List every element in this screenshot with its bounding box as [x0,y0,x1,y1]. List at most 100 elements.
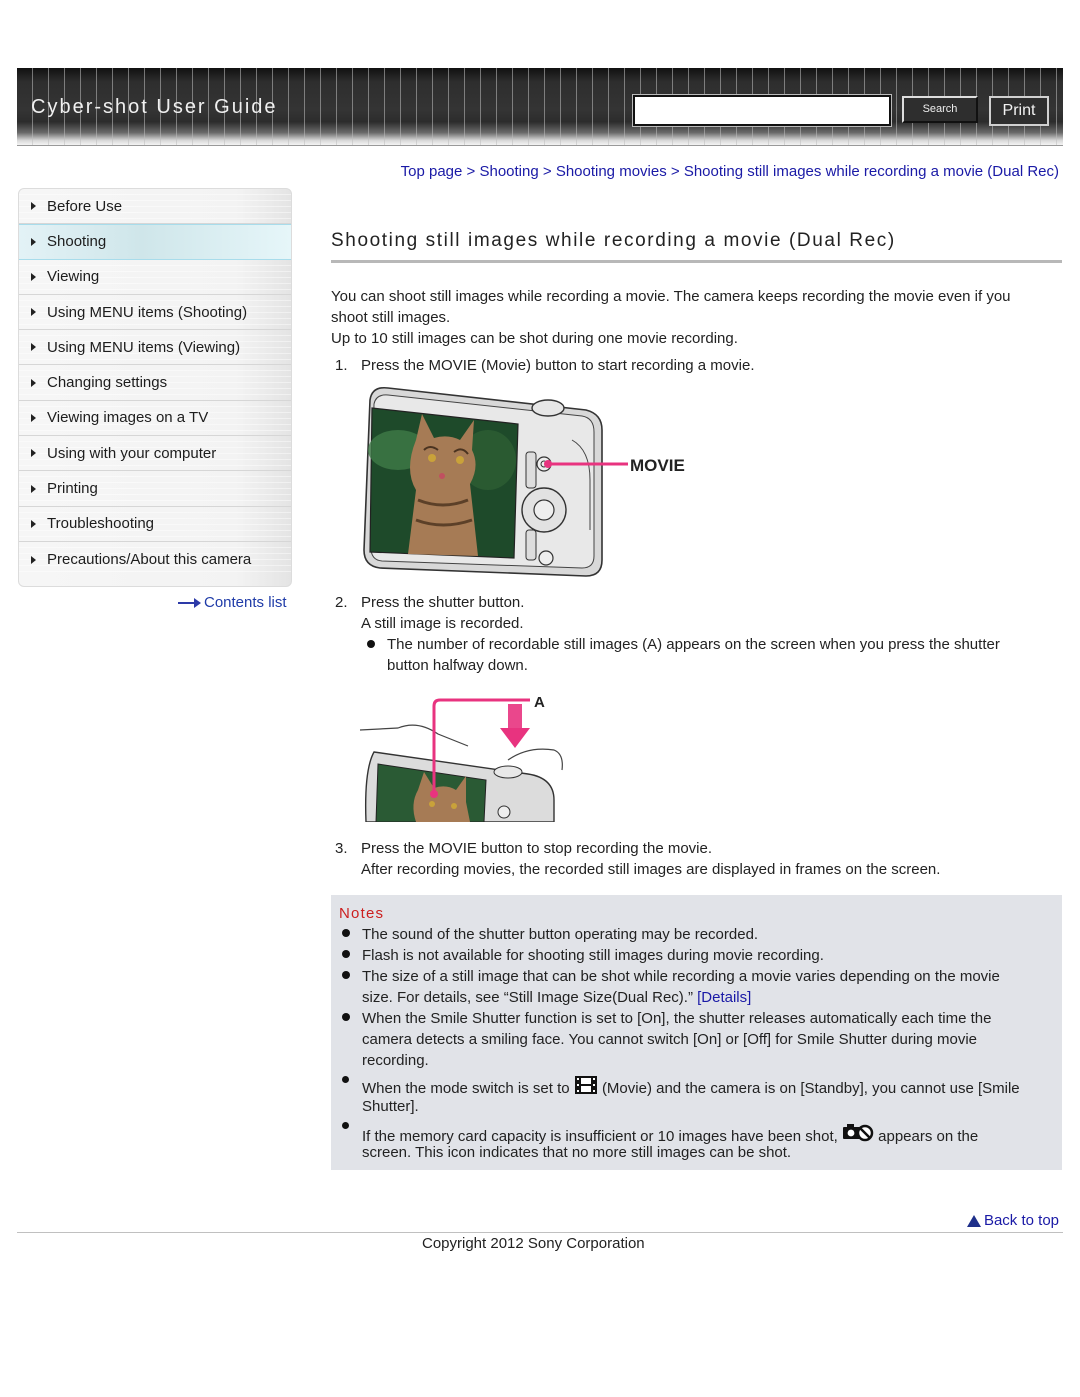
sidebar-item-label: Troubleshooting [47,515,155,533]
sidebar-item-label: Shooting [47,233,107,251]
step-number: 3. [335,840,348,857]
camera-illustration: MOVIE [363,386,685,577]
step-number: 2. [335,594,348,611]
note-item-line-2: size. For details, see “Still Image Size… [362,987,751,1008]
triangle-right-icon [31,378,36,387]
copyright-text: Copyright 2012 Sony Corporation [422,1235,645,1252]
sidebar-nav: Before Use Shooting Viewing Using MENU i… [18,188,292,587]
a-callout-label: A [534,694,545,711]
step-subtext: After recording movies, the recorded sti… [361,861,941,878]
sidebar-item-menu-viewing[interactable]: Using MENU items (Viewing) [19,330,291,366]
breadcrumb-top-page[interactable]: Top page [401,163,463,180]
search-input[interactable] [632,94,892,127]
note-item: Flash is not available for shooting stil… [362,947,824,964]
breadcrumb-current-page[interactable]: Shooting still images while recording a … [684,163,1059,180]
sidebar-item-label: Viewing [47,268,100,286]
sidebar-item-label: Printing [47,480,98,498]
triangle-right-icon [31,202,36,211]
note-item-text: When the mode switch is set to [362,1080,570,1097]
details-link[interactable]: [Details] [697,989,751,1006]
step-number: 1. [335,357,348,374]
sidebar-item-label: Using MENU items (Viewing) [47,338,241,356]
breadcrumb-shooting[interactable]: Shooting [479,163,538,180]
breadcrumb-separator: > [538,163,556,180]
note-item-text: size. For details, see “Still Image Size… [362,989,693,1006]
note-item-line-3: recording. [362,1052,429,1069]
print-button[interactable]: Print [989,96,1049,126]
triangle-right-icon [31,555,36,564]
sidebar-item-label: Viewing images on a TV [47,409,209,427]
note-item-line-2: Shutter]. [362,1098,419,1115]
step-bullet-line-1: The number of recordable still images (A… [387,636,1000,653]
intro-text-line-1: You can shoot still images while recordi… [331,288,1011,305]
bullet-icon [342,950,350,958]
sidebar-item-label: Before Use [47,197,123,215]
triangle-right-icon [31,237,36,246]
note-item-text: (Movie) and the camera is on [Standby], … [601,1080,1020,1097]
sidebar-item-troubleshooting[interactable]: Troubleshooting [19,506,291,542]
app-title: Cyber-shot User Guide [31,96,278,118]
bullet-icon [367,640,375,648]
contents-list-label: Contents list [204,594,287,611]
triangle-up-icon [966,1214,981,1227]
triangle-right-icon [31,413,36,422]
note-item-text: appears on the [878,1128,979,1145]
camera-movie-button-figure: MOVIE [358,380,698,580]
bullet-icon [342,1076,349,1083]
sidebar-item-viewing-tv[interactable]: Viewing images on a TV [19,400,291,437]
step-text: Press the MOVIE (Movie) button to start … [361,357,755,374]
sidebar-item-printing[interactable]: Printing [19,471,291,507]
sidebar-item-shooting[interactable]: Shooting [19,224,291,260]
bullet-icon [342,929,350,937]
back-to-top-label: Back to top [983,1212,1059,1229]
arrow-right-icon [178,597,202,608]
note-item-line-1: When the mode switch is set to (Movie) a… [362,1075,1020,1099]
step-bullet-line-2: button halfway down. [387,657,528,674]
header-banner: Cyber-shot User Guide Search Print [17,68,1063,146]
breadcrumb-separator: > [462,163,480,180]
movie-callout-label: MOVIE [630,456,685,475]
triangle-right-icon [31,308,36,317]
note-item-line-1: When the Smile Shutter function is set t… [362,1010,992,1027]
sidebar-item-label: Changing settings [47,374,168,392]
intro-text-line-3: Up to 10 still images can be shot during… [331,330,738,347]
sidebar-item-before-use[interactable]: Before Use [19,189,291,225]
page-title: Shooting still images while recording a … [331,230,1062,263]
movie-mode-icon [574,1076,597,1094]
triangle-right-icon [31,519,36,528]
notes-title: Notes [339,905,385,922]
triangle-right-icon [31,343,36,352]
contents-list-link[interactable]: Contents list [178,594,287,611]
notes-box: Notes The sound of the shutter button op… [331,895,1062,1170]
step-subtext: A still image is recorded. [361,615,524,632]
bullet-icon [342,1122,349,1129]
bullet-icon [342,971,350,979]
note-item-line-2: screen. This icon indicates that no more… [362,1144,792,1161]
breadcrumb-shooting-movies[interactable]: Shooting movies [556,163,667,180]
sidebar-item-label: Using with your computer [47,444,217,462]
footer-divider [17,1232,1063,1233]
sidebar-item-menu-shooting[interactable]: Using MENU items (Shooting) [19,294,291,331]
sidebar-item-precautions[interactable]: Precautions/About this camera [19,541,291,578]
step-text: Press the shutter button. [361,594,525,611]
intro-text-line-2: shoot still images. [331,309,451,326]
shutter-illustration: A [359,694,563,822]
back-to-top-link[interactable]: Back to top [966,1212,1059,1229]
breadcrumb: Top page > Shooting > Shooting movies > … [401,163,1059,180]
triangle-right-icon [31,484,36,493]
triangle-right-icon [31,272,36,281]
step-text: Press the MOVIE button to stop recording… [361,840,713,857]
sidebar-item-label: Precautions/About this camera [47,551,252,569]
bullet-icon [342,1013,350,1021]
sidebar-item-changing-settings[interactable]: Changing settings [19,365,291,401]
no-still-image-icon [842,1124,874,1142]
sidebar-item-label: Using MENU items (Shooting) [47,303,248,321]
sidebar-item-viewing[interactable]: Viewing [19,259,291,295]
triangle-right-icon [31,449,36,458]
sidebar-item-computer[interactable]: Using with your computer [19,436,291,472]
breadcrumb-separator: > [666,163,684,180]
note-item-line-1: The size of a still image that can be sh… [362,968,1000,985]
note-item: The sound of the shutter button operatin… [362,926,759,943]
search-button[interactable]: Search [902,96,978,123]
shutter-press-figure: A [358,690,573,822]
